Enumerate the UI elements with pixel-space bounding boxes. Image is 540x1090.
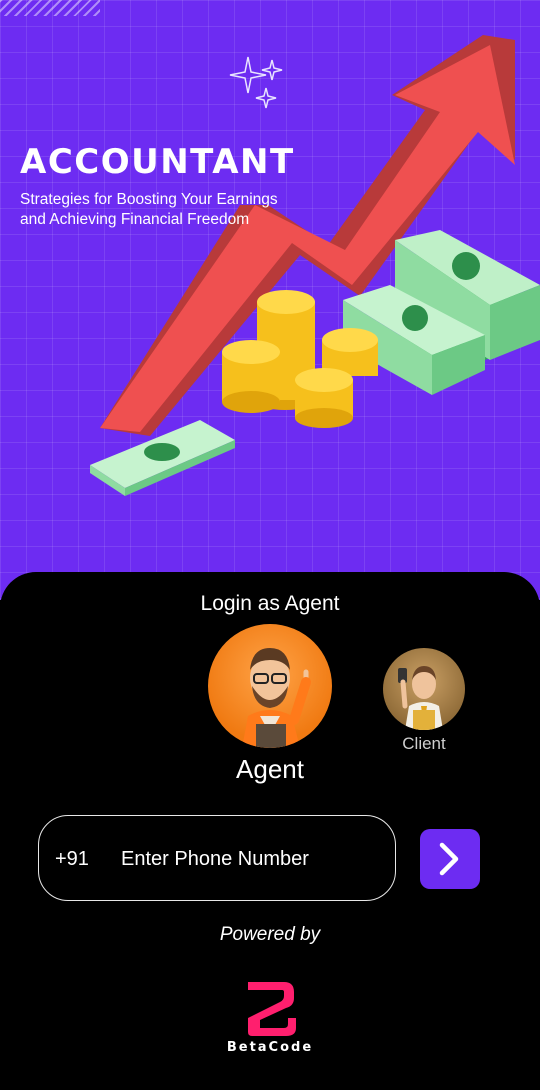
betacode-logo-icon	[248, 982, 296, 1036]
growth-illustration	[90, 35, 540, 496]
app-root: ACCOUNTANT Strategies for Boosting Your …	[0, 0, 540, 1090]
agent-avatar[interactable]	[208, 624, 332, 748]
client-label[interactable]: Client	[374, 734, 474, 754]
login-sheet: Login as Agent Agent Client +91 Enter Ph…	[0, 572, 540, 1090]
login-heading: Login as Agent	[200, 592, 340, 615]
powered-by-label: Powered by	[219, 924, 321, 945]
sparkle-icon	[229, 56, 283, 109]
page-title: ACCOUNTANT	[20, 142, 295, 182]
client-character-icon	[398, 666, 443, 730]
brand-name: BetaCode	[226, 1040, 314, 1055]
agent-character-icon	[242, 648, 311, 748]
banknote-icon	[90, 420, 235, 496]
submit-button[interactable]	[420, 829, 480, 889]
chevron-right-icon	[439, 842, 459, 876]
phone-field[interactable]: +91	[38, 815, 396, 901]
country-code: +91	[55, 848, 89, 870]
hero-banner: ACCOUNTANT Strategies for Boosting Your …	[0, 0, 540, 600]
client-avatar[interactable]	[383, 648, 465, 730]
phone-input[interactable]	[121, 842, 381, 876]
agent-label[interactable]: Agent	[170, 754, 370, 785]
hero-subtitle: Strategies for Boosting Your Earnings an…	[20, 191, 278, 228]
